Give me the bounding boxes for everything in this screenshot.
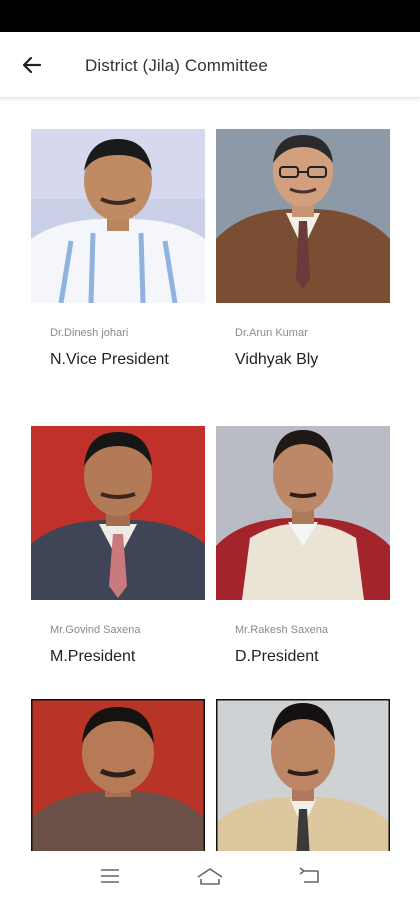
menu-icon bbox=[101, 868, 119, 883]
member-photo bbox=[31, 699, 205, 851]
member-role: Vidhyak Bly bbox=[235, 351, 319, 368]
arrow-left-icon bbox=[22, 56, 42, 74]
page-title: District (Jila) Committee bbox=[85, 56, 268, 75]
status-bar bbox=[0, 0, 420, 32]
nav-back-button[interactable] bbox=[290, 858, 330, 894]
member-photo bbox=[216, 426, 390, 600]
nav-menu-button[interactable] bbox=[90, 858, 130, 894]
app-bar: District (Jila) Committee bbox=[0, 32, 420, 98]
system-nav-bar bbox=[0, 851, 420, 900]
member-role: M.President bbox=[50, 648, 136, 665]
member-name: Dr.Arun Kumar bbox=[235, 327, 308, 339]
member-photo bbox=[216, 699, 390, 851]
member-role: D.President bbox=[235, 648, 319, 665]
member-name: Dr.Dinesh johari bbox=[50, 327, 129, 339]
member-grid: Dr.Dinesh johari N.Vice President Dr.Aru… bbox=[0, 99, 420, 851]
member-role: N.Vice President bbox=[50, 351, 169, 368]
home-icon bbox=[197, 867, 223, 885]
member-photo bbox=[216, 129, 390, 303]
back-button[interactable] bbox=[14, 49, 50, 81]
member-photo bbox=[31, 426, 205, 600]
back-icon bbox=[299, 866, 319, 883]
member-name: Mr.Govind Saxena bbox=[50, 624, 141, 636]
nav-home-button[interactable] bbox=[190, 858, 230, 894]
member-name: Mr.Rakesh Saxena bbox=[235, 624, 328, 636]
member-photo bbox=[31, 129, 205, 303]
